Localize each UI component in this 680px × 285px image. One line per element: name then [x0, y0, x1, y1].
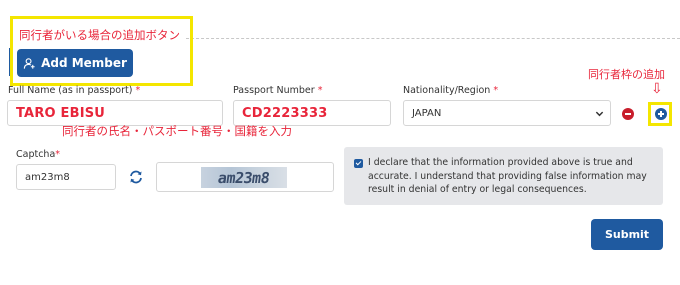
required-mark: *: [135, 85, 141, 96]
passport-number-label: Passport Number *: [233, 85, 323, 96]
add-member-label: Add Member: [41, 56, 127, 70]
declaration-text: I declare that the information provided …: [368, 157, 647, 195]
nationality-value: JAPAN: [412, 107, 442, 119]
remove-member-icon[interactable]: [622, 108, 634, 120]
passport-number-input[interactable]: CD2223333: [233, 100, 391, 126]
declaration-checkbox[interactable]: [354, 159, 363, 168]
full-name-input[interactable]: TARO EBISU: [7, 100, 223, 126]
nationality-select[interactable]: JAPAN: [403, 100, 611, 126]
submit-button[interactable]: Submit: [591, 219, 663, 250]
captcha-input[interactable]: am23m8: [16, 164, 116, 190]
add-button-annotation: 同行者がいる場合の追加ボタン: [19, 28, 180, 42]
add-member-button[interactable]: Add Member: [17, 49, 133, 77]
chevron-down-icon: [595, 111, 604, 116]
captcha-input-value: am23m8: [25, 171, 70, 183]
add-member-row-icon[interactable]: [655, 108, 667, 120]
refresh-icon[interactable]: [128, 169, 144, 185]
nationality-label: Nationality/Region *: [403, 85, 499, 96]
passport-number-value: CD2223333: [242, 105, 328, 121]
captcha-image: am23m8: [156, 162, 334, 192]
captcha-image-text: am23m8: [217, 168, 271, 187]
full-name-value: TARO EBISU: [16, 105, 106, 121]
full-name-label: Full Name (as in passport) *: [8, 85, 141, 96]
add-frame-annotation: 同行者枠の追加: [588, 68, 665, 81]
down-arrow-icon: ⇩: [651, 81, 663, 97]
section-divider: [186, 38, 680, 39]
user-icon: [23, 57, 35, 69]
captcha-label: Captcha*: [16, 149, 61, 160]
required-mark: *: [317, 85, 323, 96]
required-mark: *: [493, 85, 499, 96]
fields-annotation: 同行者の氏名・パスポート番号・国籍を入力: [62, 124, 292, 138]
declaration-box: I declare that the information provided …: [344, 147, 663, 205]
required-mark: *: [55, 149, 61, 160]
